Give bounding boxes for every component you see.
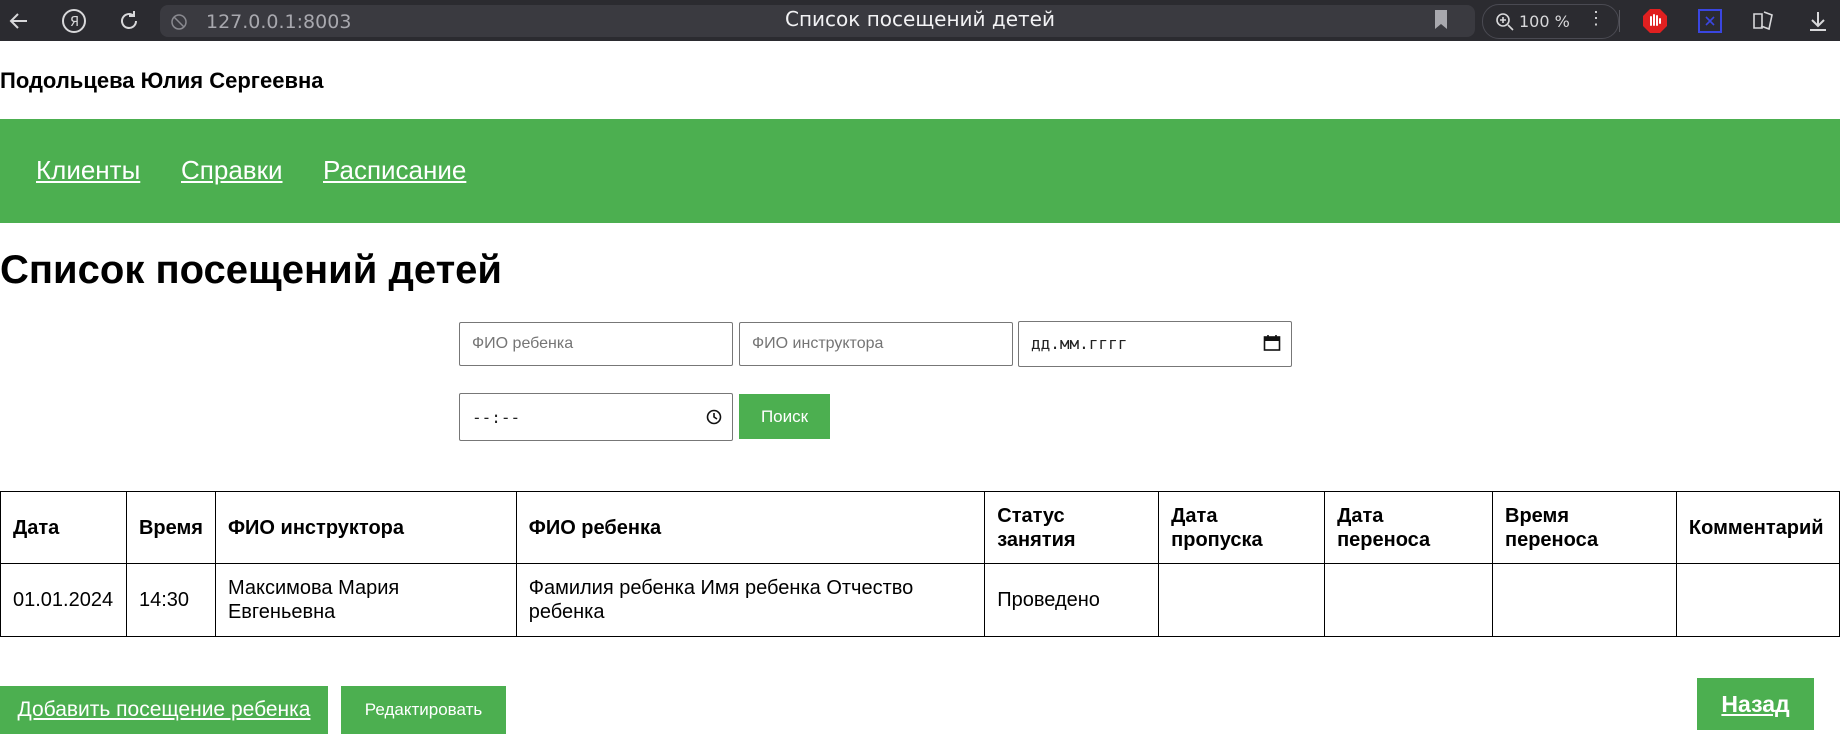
site-info-icon[interactable] [170,13,188,36]
main-nav: Клиенты Справки Расписание [0,119,1840,223]
collections-icon[interactable] [1748,6,1778,36]
table-cell: Проведено [984,563,1160,637]
instructor-name-placeholder: ФИО инструктора [752,335,884,352]
add-visit-button[interactable]: Добавить посещение ребенка [0,686,328,734]
table-header: Дата [0,491,127,564]
table-header: Дата переноса [1324,491,1494,564]
table-cell [1675,563,1840,637]
time-input[interactable]: --:-- [459,393,733,441]
table-cell [1492,563,1677,637]
table-cell [1158,563,1326,637]
download-icon[interactable] [1803,6,1833,36]
browser-toolbar: Я 127.0.0.1:8003 Список посещений детей … [0,0,1840,41]
page-title: Список посещений детей [0,248,502,292]
toolbar-divider [1619,10,1620,32]
child-name-placeholder: ФИО ребенка [472,335,574,352]
bookmark-icon[interactable] [1433,9,1449,36]
adblock-extension-icon[interactable] [1640,6,1670,36]
time-placeholder: --:-- [472,408,521,427]
search-button[interactable]: Поиск [739,394,830,439]
table-cell [1324,563,1494,637]
calendar-icon[interactable] [1263,334,1281,357]
back-button[interactable]: Назад [1697,678,1814,730]
reload-icon[interactable] [114,6,144,36]
address-bar[interactable]: 127.0.0.1:8003 [160,5,1475,37]
date-input[interactable]: дд.мм.гггг [1018,321,1292,367]
user-name: Подольцева Юлия Сергеевна [0,68,324,93]
table-header: Время [125,491,216,564]
table-cell: 01.01.2024 [0,563,127,637]
visits-table: Дата Время ФИО инструктора ФИО ребенка С… [0,491,1840,637]
table-header: Дата пропуска [1158,491,1326,564]
instructor-name-input[interactable]: ФИО инструктора [739,322,1013,366]
url-text: 127.0.0.1:8003 [206,11,352,33]
table-cell: 14:30 [125,563,216,637]
clock-icon[interactable] [706,409,722,430]
more-vertical-icon[interactable]: ⋮ [1587,8,1605,29]
zoom-icon [1495,12,1515,37]
table-cell: Фамилия ребенка Имя ребенка Отчество реб… [515,563,986,637]
table-header: ФИО инструктора [214,491,517,564]
child-name-input[interactable]: ФИО ребенка [459,322,733,366]
svg-text:Я: Я [70,15,79,30]
back-arrow-icon[interactable] [4,6,34,36]
table-header: Комментарий [1675,491,1840,564]
table-header: Время переноса [1492,491,1677,564]
nav-link-schedule[interactable]: Расписание [323,155,466,186]
table-header-row: Дата Время ФИО инструктора ФИО ребенка С… [0,491,1840,564]
zoom-control[interactable]: 100 % ⋮ [1482,4,1619,39]
edit-button[interactable]: Редактировать [341,686,506,734]
table-row[interactable]: 01.01.2024 14:30 Максимова Мария Евгенье… [0,563,1840,637]
table-cell: Максимова Мария Евгеньевна [214,563,517,637]
table-header: Статус занятия [984,491,1160,564]
nav-link-clients[interactable]: Клиенты [36,155,140,186]
extension-box-icon[interactable] [1695,6,1725,36]
date-placeholder: дд.мм.гггг [1031,334,1128,353]
nav-link-certificates[interactable]: Справки [181,155,283,186]
table-header: ФИО ребенка [515,491,986,564]
zoom-level: 100 % [1519,12,1570,31]
yandex-logo-icon[interactable]: Я [59,6,89,36]
